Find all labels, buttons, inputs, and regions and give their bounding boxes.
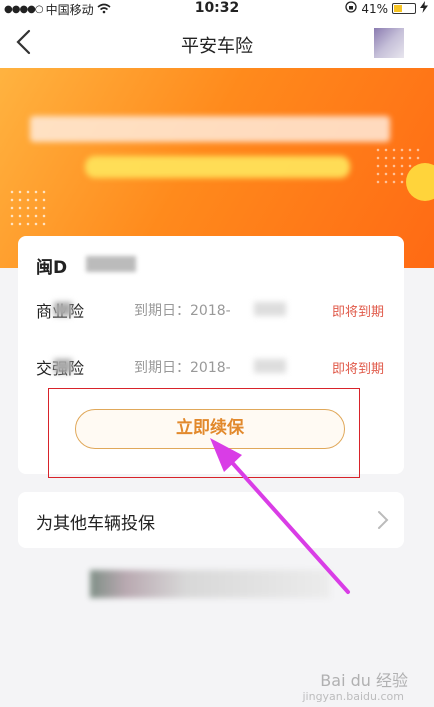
license-plate: 闽D bbox=[36, 258, 68, 278]
nav-bar: 平安车险 bbox=[0, 18, 434, 68]
expiry-date-value: 2018- bbox=[190, 360, 231, 376]
charging-icon bbox=[420, 1, 428, 16]
label-redacted bbox=[54, 302, 72, 316]
banner-subline-blurred bbox=[85, 156, 350, 178]
status-badge: 即将到期 bbox=[331, 362, 384, 377]
avatar[interactable] bbox=[374, 28, 404, 58]
battery-icon bbox=[392, 3, 416, 14]
decorative-circle bbox=[406, 163, 434, 201]
expiry-date-value: 2018- bbox=[190, 303, 231, 319]
expiry-date-label: 到期日： bbox=[134, 360, 190, 376]
status-badge: 即将到期 bbox=[331, 305, 384, 320]
status-bar: ●●●●○ 中国移动 10:32 41% bbox=[0, 0, 434, 18]
battery-percent: 41% bbox=[361, 1, 388, 16]
baidu-watermark: Bai du 经验 bbox=[320, 671, 408, 690]
annotation-highlight-box bbox=[48, 388, 360, 478]
insure-other-vehicle-label: 为其他车辆投保 bbox=[36, 514, 155, 534]
insure-other-vehicle-row[interactable]: 为其他车辆投保 bbox=[18, 492, 404, 548]
label-redacted bbox=[54, 359, 72, 373]
expiry-date-compulsory: 到期日：2018- bbox=[134, 357, 231, 377]
chevron-right-icon bbox=[376, 510, 390, 530]
expiry-date-label: 到期日： bbox=[134, 303, 190, 319]
page-title: 平安车险 bbox=[181, 36, 253, 57]
date-redacted bbox=[254, 302, 286, 316]
decorative-dots bbox=[8, 188, 48, 228]
battery-fill bbox=[394, 5, 402, 12]
date-redacted bbox=[254, 359, 286, 373]
banner-headline-blurred bbox=[30, 116, 390, 142]
expiry-date-commercial: 到期日：2018- bbox=[134, 300, 231, 320]
plate-redacted bbox=[86, 256, 136, 272]
footer-redacted bbox=[90, 570, 330, 598]
rotation-lock-icon bbox=[345, 1, 357, 16]
baidu-watermark-url: jingyan.baidu.com bbox=[302, 690, 404, 703]
